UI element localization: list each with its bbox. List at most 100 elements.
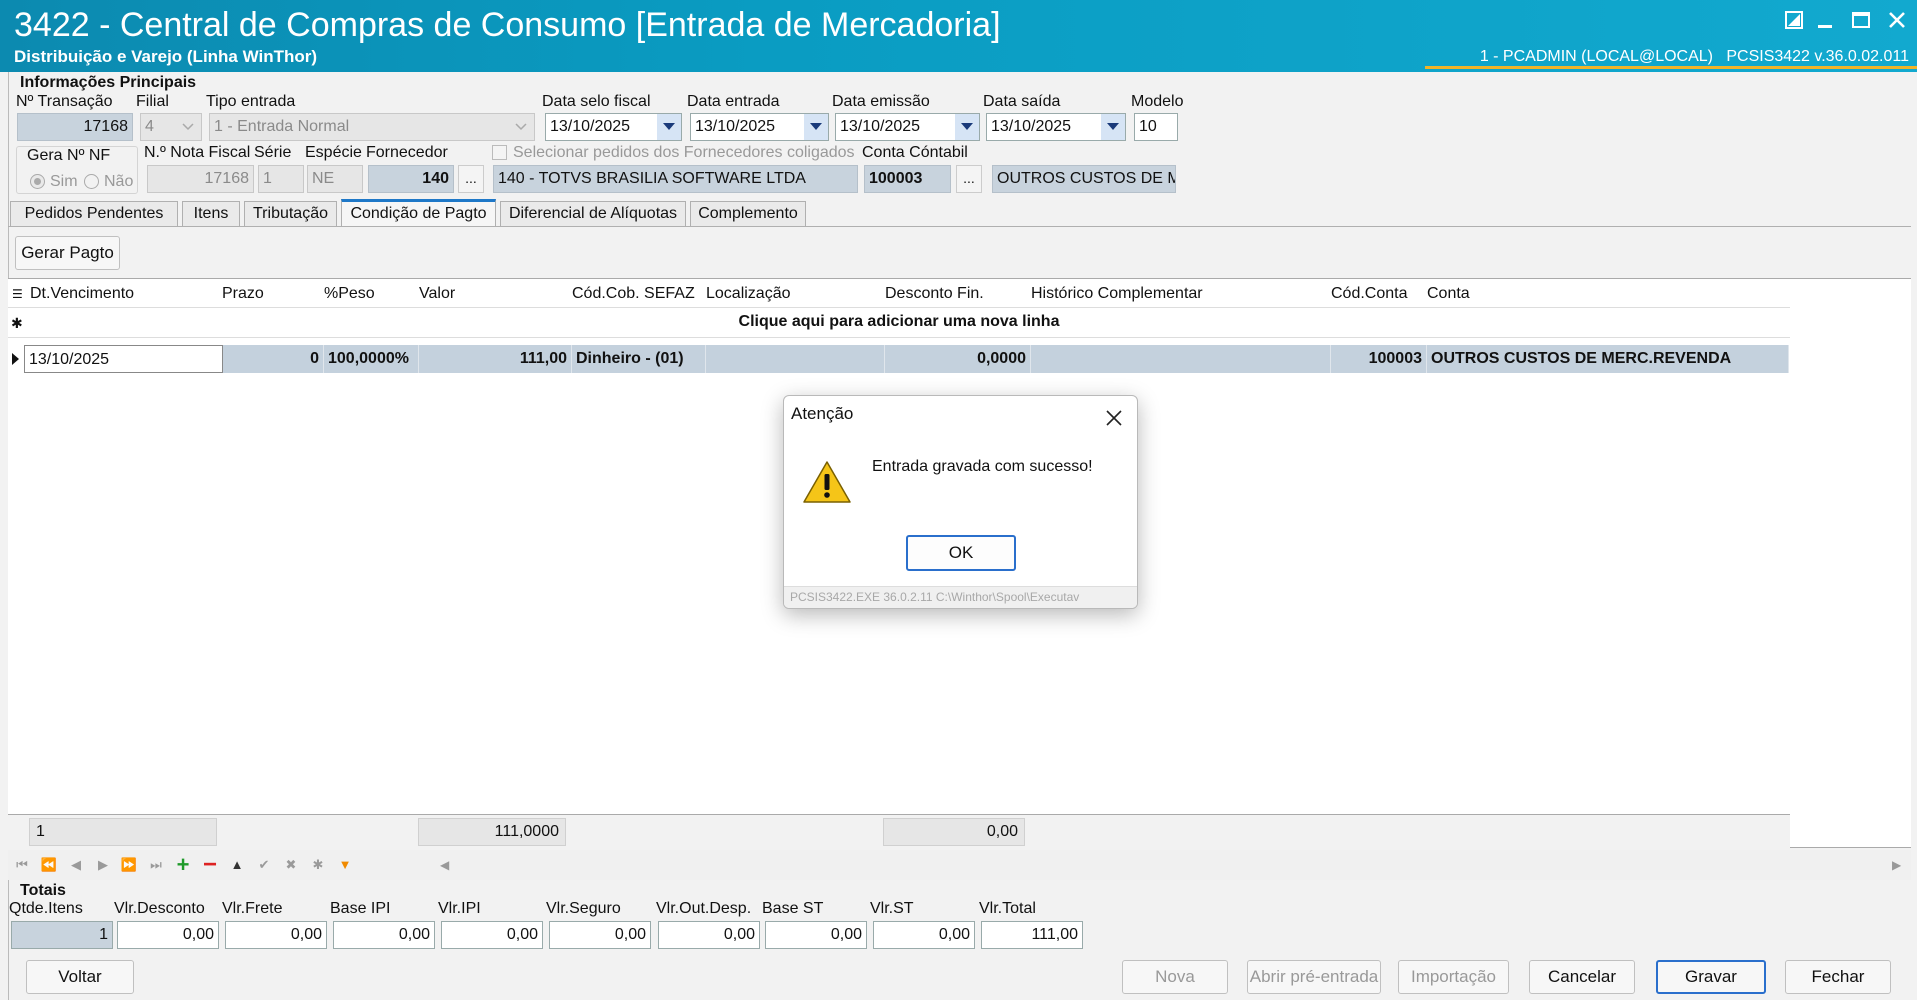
vlr-seguro-field[interactable]: 0,00 bbox=[549, 921, 651, 949]
post-icon[interactable]: ✔ bbox=[253, 853, 275, 877]
dropdown-arrow-icon bbox=[510, 114, 534, 140]
dropdown-arrow-icon[interactable] bbox=[657, 114, 681, 140]
cell-peso[interactable]: 100,0000% bbox=[324, 345, 419, 373]
vlr-out-desp-field[interactable]: 0,00 bbox=[658, 921, 760, 949]
summary-desconto: 0,00 bbox=[883, 818, 1025, 846]
conta-contabil-name-field[interactable]: OUTROS CUSTOS DE MERC.REVENDA bbox=[992, 165, 1176, 193]
col-header-desconto-fin[interactable]: Desconto Fin. bbox=[885, 285, 984, 303]
ok-button[interactable]: OK bbox=[906, 535, 1016, 571]
prev-record-icon[interactable]: ◀ bbox=[65, 853, 87, 877]
scroll-left-icon[interactable]: ◀ bbox=[440, 858, 449, 872]
vlr-frete-field[interactable]: 0,00 bbox=[225, 921, 327, 949]
transacao-field[interactable]: 17168 bbox=[17, 113, 133, 141]
minimize-icon[interactable] bbox=[1810, 8, 1840, 36]
col-header-cod-conta[interactable]: Cód.Conta bbox=[1331, 285, 1408, 303]
new-row-prompt[interactable]: Clique aqui para adicionar uma nova linh… bbox=[8, 313, 1790, 331]
col-header-peso[interactable]: %Peso bbox=[324, 285, 375, 303]
coligados-checkbox[interactable] bbox=[492, 145, 507, 160]
importacao-button[interactable]: Importação bbox=[1398, 960, 1509, 994]
tab-pedidos-pendentes[interactable]: Pedidos Pendentes bbox=[10, 201, 178, 227]
cell-historico[interactable] bbox=[1031, 345, 1331, 373]
prev-page-icon[interactable]: ⏪ bbox=[38, 853, 60, 877]
data-emissao-field[interactable]: 13/10/2025 bbox=[835, 113, 980, 141]
dialog-header-divider bbox=[784, 434, 1137, 435]
cell-localizacao[interactable] bbox=[706, 345, 885, 373]
dropdown-arrow-icon bbox=[177, 114, 201, 140]
qtde-itens-field[interactable]: 1 bbox=[11, 921, 113, 949]
restore-icon[interactable] bbox=[1779, 8, 1809, 36]
refresh-icon[interactable]: ✱ bbox=[307, 853, 329, 877]
col-header-prazo[interactable]: Prazo bbox=[222, 285, 264, 303]
edit-icon[interactable]: ▲ bbox=[226, 853, 248, 877]
especie-field[interactable]: NE bbox=[307, 165, 363, 193]
cell-prazo[interactable]: 0 bbox=[223, 345, 324, 373]
vlr-desconto-field[interactable]: 0,00 bbox=[117, 921, 219, 949]
vlr-total-field[interactable]: 111,00 bbox=[981, 921, 1083, 949]
vlr-st-field[interactable]: 0,00 bbox=[873, 921, 975, 949]
next-page-icon[interactable]: ⏩ bbox=[118, 853, 140, 877]
tab-complemento[interactable]: Complemento bbox=[690, 201, 806, 227]
dropdown-arrow-icon[interactable] bbox=[1101, 114, 1125, 140]
dialog-close-icon[interactable] bbox=[1101, 399, 1127, 434]
tab-diferencial-de-aliquotas[interactable]: Diferencial de Alíquotas bbox=[500, 201, 686, 227]
data-saida-field[interactable]: 13/10/2025 bbox=[986, 113, 1126, 141]
fornecedor-code-field[interactable]: 140 bbox=[368, 165, 454, 193]
nao-label: Não bbox=[104, 173, 134, 190]
nao-radio[interactable] bbox=[84, 174, 99, 189]
cell-dt-vencimento[interactable]: 13/10/2025 bbox=[24, 345, 223, 373]
serie-field[interactable]: 1 bbox=[258, 165, 304, 193]
fornecedor-name-field[interactable]: 140 - TOTVS BRASILIA SOFTWARE LTDA bbox=[493, 165, 858, 193]
col-header-cod-cob-sefaz[interactable]: Cód.Cob. SEFAZ bbox=[572, 285, 695, 303]
fechar-button[interactable]: Fechar bbox=[1785, 960, 1891, 994]
cancel-edit-icon[interactable]: ✖ bbox=[280, 853, 302, 877]
first-record-icon[interactable]: ⏮ bbox=[11, 853, 33, 877]
base-st-field[interactable]: 0,00 bbox=[765, 921, 867, 949]
delete-icon[interactable]: − bbox=[199, 853, 221, 877]
col-header-valor[interactable]: Valor bbox=[419, 285, 455, 303]
conta-contabil-search-button[interactable]: ... bbox=[956, 165, 982, 193]
dropdown-arrow-icon[interactable] bbox=[955, 114, 979, 140]
close-icon[interactable] bbox=[1882, 8, 1912, 36]
col-header-localizacao[interactable]: Localização bbox=[706, 285, 791, 303]
dropdown-arrow-icon[interactable] bbox=[804, 114, 828, 140]
tipo-entrada-select[interactable]: 1 - Entrada Normal bbox=[209, 113, 535, 141]
data-selo-field[interactable]: 13/10/2025 bbox=[545, 113, 682, 141]
col-header-historico[interactable]: Histórico Complementar bbox=[1031, 285, 1203, 303]
maximize-icon[interactable] bbox=[1846, 8, 1876, 36]
base-ipi-field[interactable]: 0,00 bbox=[333, 921, 435, 949]
gravar-button[interactable]: Gravar bbox=[1656, 960, 1766, 994]
next-record-icon[interactable]: ▶ bbox=[92, 853, 114, 877]
modelo-field[interactable]: 10 bbox=[1134, 113, 1178, 141]
tab-itens[interactable]: Itens bbox=[182, 201, 240, 227]
data-entrada-field[interactable]: 13/10/2025 bbox=[690, 113, 829, 141]
summary-count: 1 bbox=[29, 818, 217, 846]
filial-select[interactable]: 4 bbox=[140, 113, 202, 141]
col-header-dt-vencimento[interactable]: Dt.Vencimento bbox=[30, 285, 134, 303]
tab-tributacao[interactable]: Tributação bbox=[244, 201, 337, 227]
cell-cod-conta[interactable]: 100003 bbox=[1331, 345, 1427, 373]
conta-contabil-code-field[interactable]: 100003 bbox=[864, 165, 951, 193]
vlr-ipi-field[interactable]: 0,00 bbox=[441, 921, 543, 949]
new-row-divider bbox=[8, 337, 1790, 338]
scroll-right-icon[interactable]: ▶ bbox=[1892, 858, 1901, 872]
warning-icon bbox=[802, 460, 852, 509]
cell-valor[interactable]: 111,00 bbox=[419, 345, 572, 373]
add-icon[interactable]: + bbox=[172, 853, 194, 877]
fornecedor-search-button[interactable]: ... bbox=[458, 165, 484, 193]
cancelar-button[interactable]: Cancelar bbox=[1529, 960, 1635, 994]
abrir-pre-entrada-button[interactable]: Abrir pré-entrada bbox=[1247, 960, 1381, 994]
col-header-conta[interactable]: Conta bbox=[1427, 285, 1470, 303]
gerar-pagto-button[interactable]: Gerar Pagto bbox=[15, 236, 120, 270]
nova-button[interactable]: Nova bbox=[1122, 960, 1228, 994]
voltar-button[interactable]: Voltar bbox=[26, 960, 134, 994]
column-chooser-icon[interactable]: ☰ bbox=[12, 287, 23, 301]
last-record-icon[interactable]: ⏭ bbox=[145, 853, 167, 877]
sim-radio[interactable] bbox=[30, 174, 45, 189]
filter-icon[interactable]: ▼ bbox=[334, 853, 356, 877]
gera-nf-label: Gera Nº NF bbox=[27, 147, 111, 164]
nota-fiscal-field[interactable]: 17168 bbox=[147, 165, 254, 193]
cell-conta[interactable]: OUTROS CUSTOS DE MERC.REVENDA bbox=[1427, 345, 1789, 373]
cell-desconto-fin[interactable]: 0,0000 bbox=[885, 345, 1031, 373]
tab-condicao-de-pagto[interactable]: Condição de Pagto bbox=[341, 199, 496, 227]
cell-cod-cob[interactable]: Dinheiro - (01) bbox=[572, 345, 706, 373]
